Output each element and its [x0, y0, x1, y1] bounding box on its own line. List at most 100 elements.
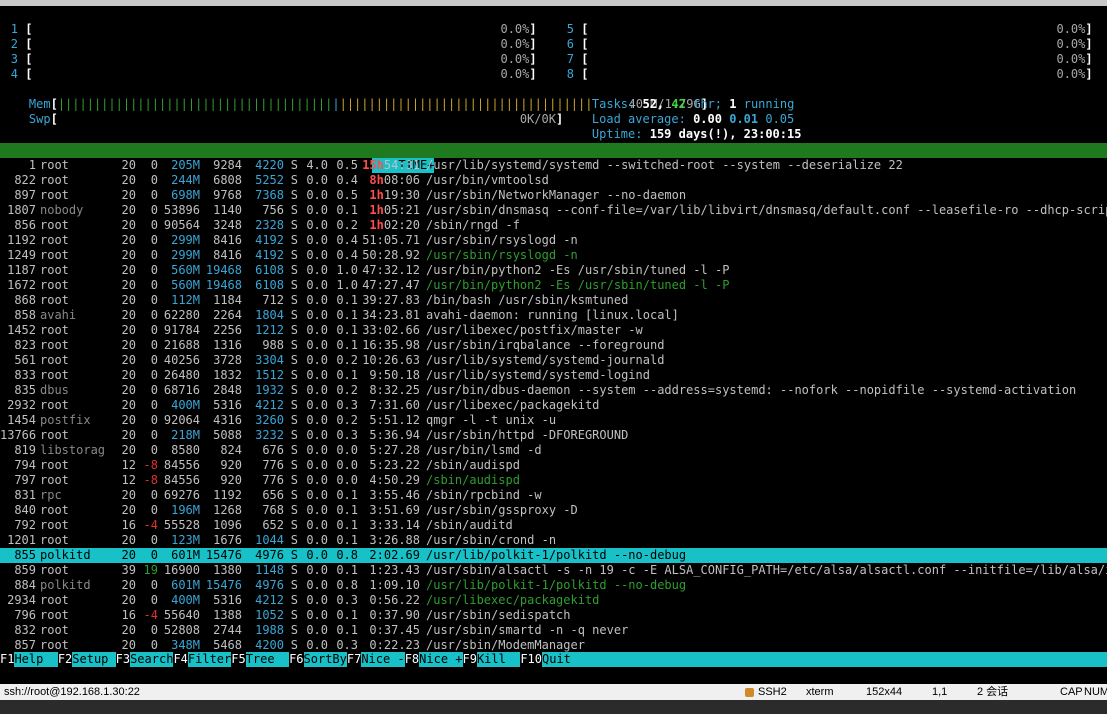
process-row[interactable]: 823 root 20 0 21688 1316 988 S 0.0 0.1 16:35.98/us…	[0, 338, 1107, 353]
cell-user: root	[40, 353, 69, 367]
cell-virt: 52808	[163, 623, 200, 637]
cell-time: 3:33.14	[358, 518, 420, 533]
fkey-label[interactable]: Nice -	[361, 652, 404, 667]
cell-ni: 0	[150, 248, 158, 262]
cell-user: root	[40, 563, 69, 577]
process-row[interactable]: 819 libstorag 20 0 8580 824 676 S 0.0 0.0 5:27.28 /…	[0, 443, 1107, 458]
cell-mem: 0.1	[336, 308, 358, 322]
cell-shr: 1988	[255, 623, 284, 637]
process-row[interactable]: 822 root 20 0 244M 6808 5252 S 0.0 0.4 8h08:06/usr…	[0, 173, 1107, 188]
process-row[interactable]: 835 dbus 20 0 68716 2848 1932 S 0.0 0.2 8:32.25/us…	[0, 383, 1107, 398]
process-row[interactable]: 2932 root 20 0 400M 5316 4212 S 0.0 0.3 7:31.60/us…	[0, 398, 1107, 413]
cell-pri: 20	[121, 158, 136, 172]
fkey-f5[interactable]: F5	[231, 652, 246, 667]
process-row[interactable]: 797 root 12 -8 84556 920 776 S 0.0 0.0 4:50.29/sbi…	[0, 473, 1107, 488]
cell-time-rest: 0:56.22	[369, 593, 420, 607]
cell-cpu: 0.0	[306, 353, 328, 367]
fkey-f1[interactable]: F1	[0, 652, 15, 667]
cell-pid: 1	[28, 158, 36, 172]
cell-time-rest: 1:09.10	[369, 578, 420, 592]
process-row[interactable]: 1201 root 20 0 123M 1676 1044 S 0.0 0.1 3:26.88/us…	[0, 533, 1107, 548]
cell-res: 4316	[213, 413, 242, 427]
cell-time: 47:27.47	[358, 278, 420, 293]
process-row[interactable]: 832 root 20 0 52808 2744 1988 S 0.0 0.1 0:37.45/us…	[0, 623, 1107, 638]
cell-res: 3248	[213, 218, 242, 232]
cell-virt: 69276	[163, 488, 200, 502]
cell-time-rest: 51:05.71	[362, 233, 420, 247]
process-row[interactable]: 884 polkitd 20 0 601M 15476 4976 S 0.0 0.8 1:09.10…	[0, 578, 1107, 593]
cell-pid: 2932	[7, 398, 36, 412]
fkey-label[interactable]: Setup	[72, 652, 115, 667]
cell-cpu: 0.0	[306, 578, 328, 592]
cell-res: 1140	[213, 203, 242, 217]
cell-virt: 84556	[163, 458, 200, 472]
fkey-label[interactable]: Help	[14, 652, 57, 667]
fkey-label[interactable]: Tree	[246, 652, 289, 667]
cpu-meter-value: 0.0%	[1056, 22, 1086, 36]
cell-state: S	[290, 593, 298, 607]
process-row[interactable]: 1454 postfix 20 0 92064 4316 3260 S 0.0 0.2 5:51.1…	[0, 413, 1107, 428]
fkey-f3[interactable]: F3	[115, 652, 131, 667]
cell-state: S	[290, 563, 298, 577]
cell-time: 5:23.22	[358, 458, 420, 473]
fkey-f8[interactable]: F8	[404, 652, 420, 667]
cell-ni: 0	[150, 383, 158, 397]
process-row[interactable]: 1 root 20 0 205M 9284 4220 S 4.0 0.5 15h54:31/usr/…	[0, 158, 1107, 173]
fkey-label[interactable]: Search	[130, 652, 173, 667]
process-row[interactable]: 1249 root 20 0 299M 8416 4192 S 0.0 0.4 50:28.92/u…	[0, 248, 1107, 263]
process-row[interactable]: 857 root 20 0 348M 5468 4200 S 0.0 0.3 0:22.23/usr…	[0, 638, 1107, 653]
cell-ni: 0	[150, 593, 158, 607]
process-row[interactable]: 868 root 20 0 112M 1184 712 S 0.0 0.1 39:27.83/bin…	[0, 293, 1107, 308]
cell-shr: 1052	[255, 608, 284, 622]
process-row[interactable]: 2934 root 20 0 400M 5316 4212 S 0.0 0.3 0:56.22/us…	[0, 593, 1107, 608]
process-row[interactable]: 859 root 39 19 16900 1380 1148 S 0.0 0.1 1:23.43/u…	[0, 563, 1107, 578]
cell-shr: 768	[262, 503, 284, 517]
cell-command: /usr/sbin/gssproxy -D	[426, 503, 578, 517]
process-row[interactable]: 1807 nobody 20 0 53896 1140 756 S 0.0 0.1 1h05:21/…	[0, 203, 1107, 218]
cell-ni: 0	[150, 638, 158, 652]
cell-user: nobody	[40, 203, 84, 217]
fkey-label[interactable]: Quit	[542, 652, 571, 667]
cell-mem: 0.2	[336, 353, 358, 367]
process-row[interactable]: 840 root 20 0 196M 1268 768 S 0.0 0.1 3:51.69/usr/…	[0, 503, 1107, 518]
fkey-label[interactable]: SortBy	[304, 652, 347, 667]
process-row[interactable]: 833 root 20 0 26480 1832 1512 S 0.0 0.1 9:50.18/us…	[0, 368, 1107, 383]
process-row[interactable]: 561 root 20 0 40256 3728 3304 S 0.0 0.2 10:26.63/u…	[0, 353, 1107, 368]
process-row[interactable]: 1672 root 20 0 560M 19468 6108 S 0.0 1.0 47:27.47 /…	[0, 278, 1107, 293]
process-row[interactable]: 858 avahi 20 0 62280 2264 1804 S 0.0 0.1 34:23.81 a…	[0, 308, 1107, 323]
process-row[interactable]: 1192 root 20 0 299M 8416 4192 S 0.0 0.4 51:05.71/u…	[0, 233, 1107, 248]
fkey-f4[interactable]: F4	[173, 652, 188, 667]
fkey-f2[interactable]: F2	[57, 652, 73, 667]
fkey-label[interactable]: Nice +	[419, 652, 462, 667]
process-row[interactable]: 897 root 20 0 698M 9768 7368 S 0.0 0.5 1h19:30/usr…	[0, 188, 1107, 203]
process-row[interactable]: 1452 root 20 0 91784 2256 1212 S 0.0 0.1 33:02.66 /…	[0, 323, 1107, 338]
cell-state: S	[290, 623, 298, 637]
process-row[interactable]: 796 root 16 -4 55640 1388 1052 S 0.0 0.1 0:37.90/u…	[0, 608, 1107, 623]
process-row[interactable]: 1187 root 20 0 560M 19468 6108 S 0.0 1.0 47:32.12 /…	[0, 263, 1107, 278]
process-row[interactable]: 831 rpc 20 0 69276 1192 656 S 0.0 0.1 3:55.46/sbin…	[0, 488, 1107, 503]
cell-shr: 1804	[255, 308, 284, 322]
fkey-f9[interactable]: F9	[462, 652, 477, 667]
cpu-meter-value: 0.0%	[1056, 67, 1086, 81]
cell-ni: -4	[143, 518, 158, 532]
process-row[interactable]: 856 root 20 0 90564 3248 2328 S 0.0 0.2 1h02:20/sb…	[0, 218, 1107, 233]
cell-mem: 0.5	[336, 188, 358, 202]
process-row[interactable]: 855 polkitd 20 0 601M 15476 4976 S 0.0 0.8 2:02.69…	[0, 548, 1107, 563]
fkey-label[interactable]: Filter	[188, 652, 231, 667]
cell-res: 15476	[205, 548, 242, 562]
process-row[interactable]: 13766 root 20 0 218M 5088 3232 S 0.0 0.3 5:36.94/u…	[0, 428, 1107, 443]
fkey-f10[interactable]: F10	[520, 652, 542, 667]
cell-command: /usr/libexec/packagekitd	[426, 398, 600, 412]
process-row[interactable]: 794 root 12 -8 84556 920 776 S 0.0 0.0 5:23.22/sbi…	[0, 458, 1107, 473]
fkey-f7[interactable]: F7	[346, 652, 362, 667]
cell-cpu: 0.0	[306, 383, 328, 397]
fkey-f6[interactable]: F6	[289, 652, 304, 667]
cell-time: 10:26.63	[358, 353, 420, 368]
cell-shr: 5252	[255, 173, 284, 187]
cell-pid: 792	[14, 518, 36, 532]
fkey-label[interactable]: Kill	[477, 652, 520, 667]
cell-time-rest: 05:21	[383, 203, 420, 217]
process-row[interactable]: 792 root 16 -4 55528 1096 652 S 0.0 0.1 3:33.14/sb…	[0, 518, 1107, 533]
cell-time-rest: 47:27.47	[362, 278, 420, 292]
cell-user: root	[40, 158, 69, 172]
